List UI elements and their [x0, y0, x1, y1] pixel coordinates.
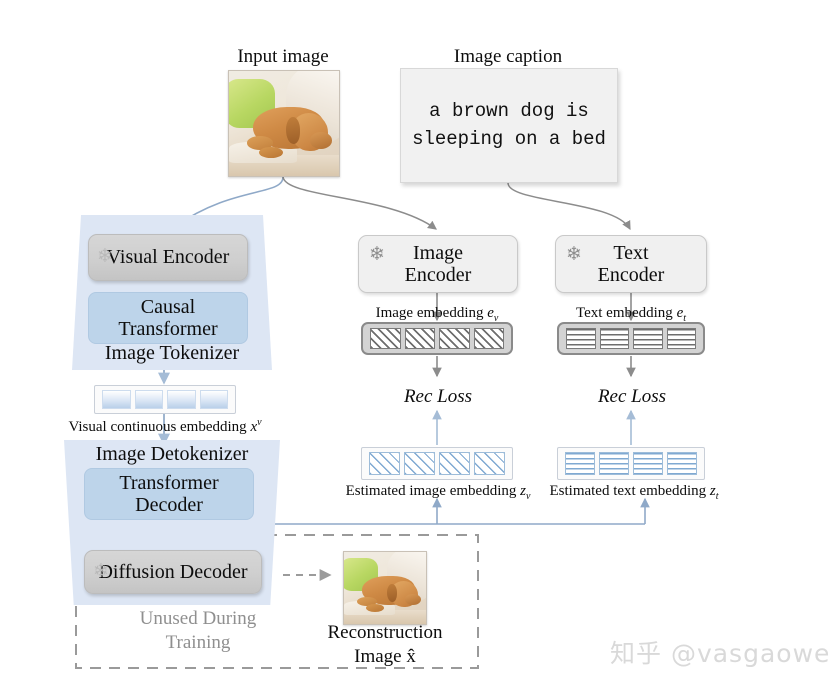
embedding-cell [473, 328, 504, 349]
snowflake-icon: ❄ [566, 244, 582, 265]
diffusion-decoder-label: Diffusion Decoder [98, 560, 248, 583]
embedding-cell [633, 328, 663, 349]
embedding-cell [199, 390, 228, 409]
est-text-embedding-symbol-sub: t [715, 491, 719, 502]
embedding-cell [565, 452, 595, 475]
causal-transformer-box[interactable]: Causal Transformer [88, 292, 248, 344]
photo-dog-paw-back [258, 146, 283, 159]
visual-continuous-embedding-caption: Visual continuous embedding xv [24, 417, 306, 436]
image-caption-title: Image caption [453, 46, 563, 67]
embedding-cell [666, 328, 696, 349]
embedding-cell [566, 328, 596, 349]
image-encoder-label: Image Encoder [404, 241, 472, 286]
transformer-decoder-label: Transformer Decoder [119, 471, 219, 516]
input-image-thumbnail [228, 70, 340, 177]
estimated-text-embedding-caption: Estimated text embedding zt [520, 483, 748, 502]
embedding-cell [134, 390, 163, 409]
embedding-cell [167, 390, 196, 409]
est-text-embedding-text: Estimated text embedding [549, 483, 707, 499]
image-tokenizer-label: Image Tokenizer [104, 342, 240, 364]
embedding-cell [439, 452, 470, 475]
embedding-cell [404, 328, 435, 349]
image-caption-box: a brown dog is sleeping on a bed [400, 68, 618, 183]
photo-dog-paw-back [366, 603, 385, 612]
embedding-cell [667, 452, 697, 475]
visual-continuous-embedding-strip [94, 385, 236, 414]
edge-input-to-image-encoder [282, 176, 437, 230]
image-embedding-symbol: e [487, 305, 494, 321]
transformer-decoder-box[interactable]: Transformer Decoder [84, 468, 254, 520]
watermark: 知乎 @vasgaowei [610, 639, 830, 668]
est-image-embedding-text: Estimated image embedding [345, 483, 517, 499]
text-embedding-strip [557, 322, 705, 355]
snowflake-icon: ❄ [93, 561, 109, 582]
snowflake-icon: ❄ [369, 244, 385, 265]
rec-loss-right: Rec Loss [597, 386, 667, 407]
image-embedding-strip [361, 322, 513, 355]
text-encoder-box[interactable]: ❄ Text Encoder [555, 235, 707, 293]
embedding-cell [599, 328, 629, 349]
visual-embedding-symbol-sup: v [257, 417, 262, 428]
snowflake-icon: ❄ [97, 246, 113, 267]
embedding-cell [633, 452, 663, 475]
image-detokenizer-label: Image Detokenizer [95, 443, 249, 465]
embedding-cell [599, 452, 629, 475]
photo-dog-snout [310, 131, 333, 149]
reconstruction-image-caption: Reconstruction Image x̂ [327, 622, 443, 667]
diffusion-decoder-box[interactable]: ❄ Diffusion Decoder [84, 550, 262, 594]
embedding-cell [474, 452, 505, 475]
visual-embedding-text: Visual continuous embedding [68, 419, 247, 435]
embedding-cell [404, 452, 435, 475]
estimated-text-embedding-strip [557, 447, 705, 480]
image-encoder-box[interactable]: ❄ Image Encoder [358, 235, 518, 293]
reconstruction-image-thumbnail [343, 551, 427, 625]
embedding-cell [439, 328, 470, 349]
causal-transformer-label: Causal Transformer [118, 295, 218, 340]
visual-encoder-label: Visual Encoder [106, 246, 230, 269]
text-embedding-text: Text embedding [575, 305, 673, 321]
edge-caption-to-text-encoder [507, 182, 631, 231]
photo-dog-ear [286, 117, 301, 145]
input-image-title: Input image [237, 46, 329, 67]
unused-during-training-note: Unused During Training [139, 608, 257, 653]
embedding-cell [369, 452, 400, 475]
image-caption-text: a brown dog is sleeping on a bed [412, 99, 606, 150]
estimated-image-embedding-strip [361, 447, 513, 480]
diagram-canvas: Input image Image caption a brown dog is… [0, 0, 830, 696]
embedding-cell [102, 390, 131, 409]
photo-dog-ear [386, 583, 398, 603]
rec-loss-left: Rec Loss [403, 386, 473, 407]
image-embedding-text: Image embedding [375, 305, 484, 321]
text-encoder-label: Text Encoder [597, 241, 665, 286]
embedding-cell [370, 328, 401, 349]
visual-encoder-box[interactable]: ❄ Visual Encoder [88, 234, 248, 281]
